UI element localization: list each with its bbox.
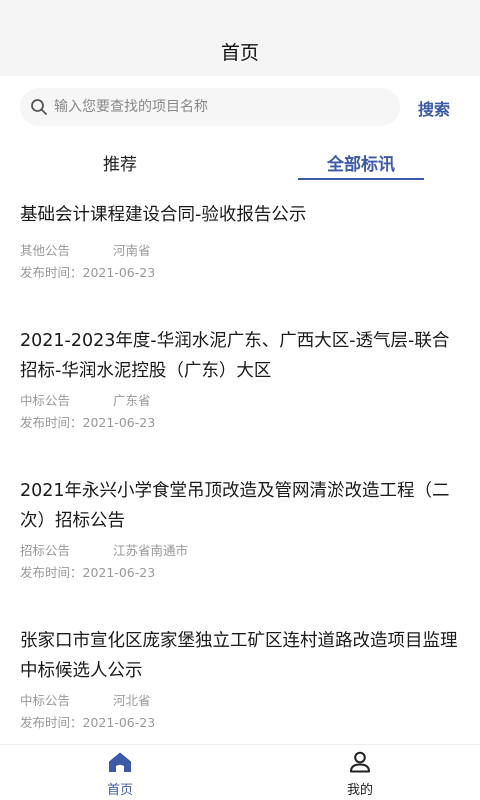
list-item[interactable]: 2021年永兴小学食堂吊顶改造及管网清淤改造工程（二次）招标公告 招标公告 江苏省… [0,474,480,594]
item-meta: 招标公告 江苏省南通市 [20,540,188,559]
search-icon [31,99,47,115]
item-title: 2021年永兴小学食堂吊顶改造及管网清淤改造工程（二次）招标公告 [20,481,450,531]
item-date: 发布时间：2021-06-23 [20,565,156,580]
home-icon [109,752,131,772]
list-item[interactable]: 基础会计课程建设合同-验收报告公示 其他公告 河南省 发布时间：2021-06-2… [0,196,480,296]
item-title: 张家口市宣化区庞家堡独立工矿区连村道路改造项目监理中标候选人公示 [20,631,458,681]
page-title: 首页 [220,42,259,64]
item-title: 基础会计课程建设合同-验收报告公示 [20,205,307,225]
item-type: 其他公告 [20,243,71,258]
item-region: 河南省 [113,243,151,258]
search-bar: 搜索 [0,86,480,128]
tab-all-bids[interactable]: 全部标讯 [298,150,424,175]
item-region: 河北省 [113,693,151,708]
list-item[interactable]: 2021-2023年度-华润水泥广东、广西大区-透气层-联合招标-华润水泥控股（… [0,324,480,444]
nav-home-label: 首页 [106,783,133,798]
item-meta: 中标公告 河北省 [20,690,151,709]
user-icon [350,751,370,773]
nav-mine-label: 我的 [346,783,373,798]
nav-home[interactable]: 首页 [60,745,180,800]
item-meta: 中标公告 广东省 [20,390,151,409]
item-date: 发布时间：2021-06-23 [20,415,156,430]
search-field[interactable] [20,88,400,126]
tab-bar: 推荐 全部标讯 [0,146,480,182]
bottom-nav: 首页 我的 [0,744,480,800]
active-tab-indicator [298,178,424,180]
item-type: 招标公告 [20,543,71,558]
item-date: 发布时间：2021-06-23 [20,265,156,280]
item-region: 江苏省南通市 [113,543,189,558]
item-meta: 其他公告 河南省 [20,240,151,259]
item-type: 中标公告 [20,393,71,408]
search-input[interactable] [54,88,394,126]
item-title: 2021-2023年度-华润水泥广东、广西大区-透气层-联合招标-华润水泥控股（… [20,331,450,381]
search-button[interactable]: 搜索 [418,96,450,120]
list-item[interactable]: 张家口市宣化区庞家堡独立工矿区连村道路改造项目监理中标候选人公示 中标公告 河北省… [0,624,480,744]
item-date: 发布时间：2021-06-23 [20,715,156,730]
app-header: 首页 [0,0,480,76]
item-region: 广东省 [113,393,151,408]
nav-mine[interactable]: 我的 [300,745,420,800]
tab-recommended[interactable]: 推荐 [60,150,180,175]
item-type: 中标公告 [20,693,71,708]
